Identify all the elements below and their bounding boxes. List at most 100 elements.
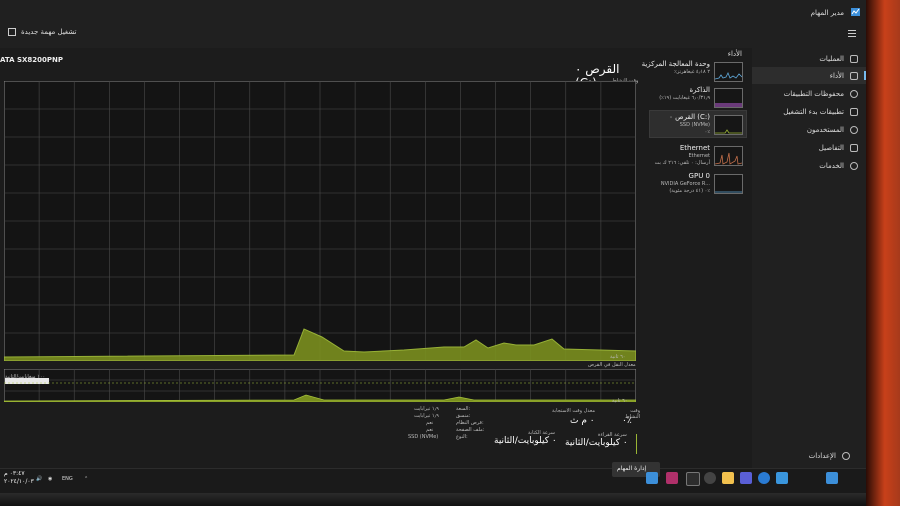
type-value: SSD (NVMe) <box>408 434 439 440</box>
nav-item-label: العمليات <box>819 54 844 63</box>
perf-item-sub: NVIDIA GeForce R... <box>660 181 710 187</box>
memory-thumbnail <box>714 88 743 108</box>
task-manager-window: مدير المهام تشغيل مهمة جديدة العمليات ال… <box>0 0 866 493</box>
active-time-graph <box>4 81 636 361</box>
nav-item-app-history[interactable]: محفوظات التطبيقات <box>752 85 866 102</box>
terminal-icon[interactable] <box>686 472 700 486</box>
taskbar-clock[interactable]: ٠٣:٤٧ م ٢٠٢٤/١٠/٠٣ <box>4 470 34 486</box>
nav-item-label: المستخدمون <box>806 125 844 134</box>
graph2-time-axis: ٦٠ ثانية <box>612 398 628 404</box>
speedometer-icon[interactable] <box>704 472 716 484</box>
settings-button[interactable]: الإعدادات <box>809 452 850 460</box>
gear-icon <box>842 452 850 460</box>
formatted-value: ١٫٩ تيرابايت <box>414 413 439 419</box>
menu-icon[interactable] <box>848 30 856 38</box>
gpu-thumbnail <box>714 174 743 194</box>
users-icon <box>850 125 858 134</box>
perf-item-cpu[interactable]: وحدة المعالجة المركزية ٪٢ ٤٫١٨ غيغاهرتز <box>642 58 746 84</box>
history-icon <box>850 89 858 98</box>
processes-icon <box>850 54 858 63</box>
transfer-rate-label: معدل النقل في القرص <box>588 362 636 368</box>
response-time-value: ٠ م ث <box>570 416 595 426</box>
photos-icon[interactable] <box>666 472 678 484</box>
page-file-value: نعم <box>426 427 434 433</box>
language-indicator[interactable]: ENG <box>62 476 73 482</box>
ethernet-thumbnail <box>714 146 743 166</box>
write-speed-value: ٠ كيلوبايت/الثانية <box>494 436 557 446</box>
details-icon <box>850 143 858 152</box>
perf-item-value: ٠٪ <box>704 129 710 135</box>
perf-item-value: أرسال: ٠ تلقي: ٢١٦ ك بت <box>654 160 710 166</box>
disk-detail-panel: ATA SX8200PNP القرص ٠ (C:) وقت النشاط ٦٠… <box>0 48 640 468</box>
sidebar-nav: العمليات الأداء محفوظات التطبيقات تطبيقا… <box>752 48 866 468</box>
perf-item-sub: Ethernet <box>688 153 710 159</box>
taskbar <box>0 468 866 493</box>
perf-item-sub: ٪٢ ٤٫١٨ غيغاهرتز <box>674 69 710 75</box>
network-icon[interactable]: ◉ <box>48 476 52 482</box>
perf-item-memory[interactable]: الذاكرة ٦٫٠/٣١٫٩ غيغابايت (١٩٪) <box>650 84 746 110</box>
perf-item-name: Ethernet <box>679 144 710 152</box>
nav-item-label: تطبيقات بدء التشغيل <box>783 107 844 116</box>
system-disk-value: نعم <box>426 420 434 426</box>
clock-time: ٠٣:٤٧ م <box>4 470 25 477</box>
disk-model: ATA SX8200PNP <box>0 56 63 64</box>
folder-icon[interactable] <box>722 472 734 484</box>
nav-item-users[interactable]: المستخدمون <box>752 121 866 138</box>
perf-item-name: الذاكرة <box>689 86 710 94</box>
tray-overflow-icon[interactable]: ⌃ <box>84 476 88 482</box>
perf-item-gpu-0[interactable]: GPU 0 NVIDIA GeForce R... (٤١ درجة مئوية… <box>650 170 746 196</box>
monitor-bezel-right <box>866 0 900 506</box>
chrome-icon[interactable] <box>758 472 770 484</box>
perf-item-name: القرص ٠ (C:) <box>669 113 710 121</box>
nav-item-processes[interactable]: العمليات <box>752 50 866 67</box>
perf-item-name: GPU 0 <box>688 172 710 180</box>
performance-icon <box>850 71 858 80</box>
formatted-label: منسق: <box>456 413 471 419</box>
edge-icon[interactable] <box>776 472 788 484</box>
read-speed-value: ٠ كيلوبايت/الثانية <box>565 438 628 448</box>
disk-stats: وقت النشاط ٠٪ معدل وقت الاستجابة ٠ م ث س… <box>400 406 640 456</box>
system-disk-label: قرص النظام: <box>456 420 484 426</box>
nav-item-performance[interactable]: الأداء <box>752 67 866 84</box>
read-speed-indicator <box>636 434 637 454</box>
task-manager-icon <box>851 8 860 16</box>
performance-device-list: الأداء وحدة المعالجة المركزية ٪٢ ٤٫١٨ غي… <box>642 48 750 468</box>
startup-icon <box>850 107 858 116</box>
title-bar <box>0 0 866 20</box>
nav-item-label: الأداء <box>829 71 844 80</box>
capacity-label: السعة: <box>456 406 471 412</box>
nav-item-startup-apps[interactable]: تطبيقات بدء التشغيل <box>752 103 866 120</box>
services-icon <box>850 161 858 170</box>
windows-start-icon[interactable] <box>826 472 838 484</box>
capacity-value: ١٫٩ تيرابايت <box>414 406 439 412</box>
nav-item-label: التفاصيل <box>818 143 844 152</box>
type-label: النوع: <box>456 434 468 440</box>
perf-item-value: (٤١ درجة مئوية) ٠٪ <box>669 188 710 194</box>
disk-thumbnail <box>714 115 743 135</box>
transfer-rate-scale: ١٠٠ ميغابايت/الثانية <box>5 374 46 380</box>
cpu-thumbnail <box>714 62 743 82</box>
new-task-icon <box>8 28 16 36</box>
run-new-task-button[interactable]: تشغيل مهمة جديدة <box>8 28 77 36</box>
volume-icon[interactable]: 🔊 <box>36 476 42 482</box>
graph1-time-axis: ٦٠ ثانية <box>610 354 626 360</box>
discord-icon[interactable] <box>740 472 752 484</box>
response-time-label: معدل وقت الاستجابة <box>552 408 596 414</box>
nav-item-label: محفوظات التطبيقات <box>783 89 844 98</box>
perf-item-disk-0[interactable]: القرص ٠ (C:) SSD (NVMe) ٠٪ <box>649 110 747 138</box>
nav-item-services[interactable]: الخدمات <box>752 157 866 174</box>
nav-item-details[interactable]: التفاصيل <box>752 139 866 156</box>
task-manager-taskbar-icon[interactable] <box>646 472 658 484</box>
perf-item-ethernet[interactable]: Ethernet Ethernet أرسال: ٠ تلقي: ٢١٦ ك ب… <box>650 142 746 168</box>
run-new-task-label: تشغيل مهمة جديدة <box>21 28 77 36</box>
perf-item-name: وحدة المعالجة المركزية <box>641 60 710 68</box>
page-file-label: ملف الصفحة: <box>456 427 485 433</box>
monitor-bezel-bottom <box>0 493 866 506</box>
perf-item-sub: ٦٫٠/٣١٫٩ غيغابايت (١٩٪) <box>659 95 710 101</box>
perf-list-header: الأداء <box>727 50 742 58</box>
clock-date: ٢٠٢٤/١٠/٠٣ <box>4 478 34 485</box>
taskbar-active-app-label: إدارة المهام <box>617 465 647 472</box>
window-title: مدير المهام <box>810 9 844 17</box>
perf-item-sub: SSD (NVMe) <box>679 122 710 128</box>
toolbar <box>0 20 866 48</box>
